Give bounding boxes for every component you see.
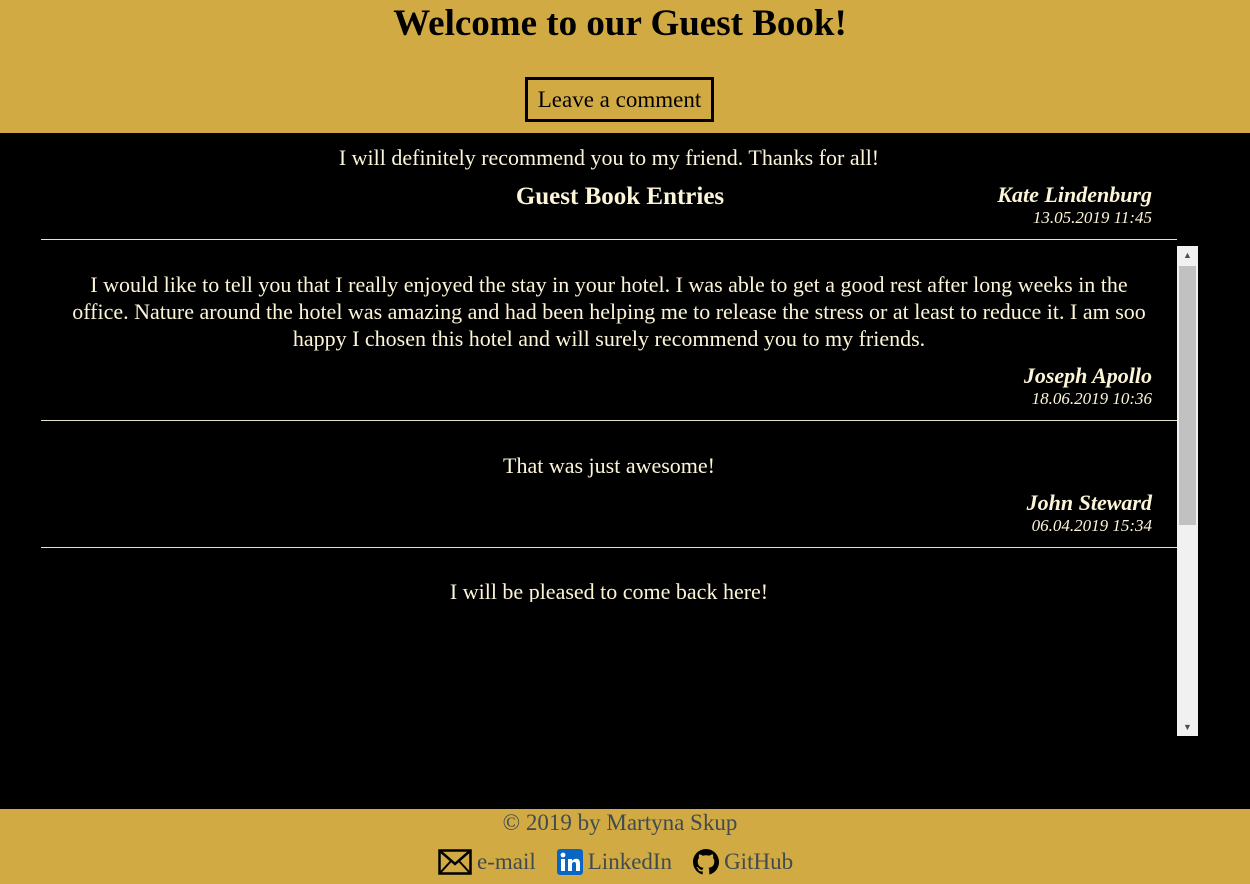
scroll-up-arrow-icon[interactable]: ▲ <box>1177 246 1198 264</box>
linkedin-link-label: LinkedIn <box>587 849 673 874</box>
entry-message: I will definitely recommend you to my fr… <box>338 145 880 170</box>
github-link[interactable]: GitHub <box>693 849 793 875</box>
entry-message: I will be pleased to come back here! <box>449 579 769 602</box>
entries-scrollbar[interactable]: ▲ ▼ <box>1177 246 1198 736</box>
list-item: I would like to tell you that I really e… <box>41 240 1177 421</box>
copyright-text: © 2019 by Martyna Skup <box>502 810 738 835</box>
email-link-label: e-mail <box>477 849 536 874</box>
entries-list[interactable]: I will definitely recommend you to my fr… <box>41 113 1198 602</box>
entry-date: 18.06.2019 10:36 <box>1031 389 1152 408</box>
envelope-icon <box>438 849 472 875</box>
scrollbar-thumb[interactable] <box>1179 266 1196 525</box>
list-item: I will definitely recommend you to my fr… <box>41 113 1177 240</box>
email-link[interactable]: e-mail <box>438 849 536 875</box>
entry-message: I would like to tell you that I really e… <box>72 272 1146 351</box>
footer-links: e-mail LinkedIn GitHub <box>438 849 814 875</box>
entry-date: 13.05.2019 11:45 <box>1032 208 1152 227</box>
entry-message: That was just awesome! <box>503 453 715 478</box>
scroll-down-arrow-icon[interactable]: ▼ <box>1177 718 1198 736</box>
linkedin-link[interactable]: LinkedIn <box>556 849 673 875</box>
list-item: I will be pleased to come back here! <box>41 548 1177 602</box>
page-title: Welcome to our Guest Book! <box>393 3 847 44</box>
entry-author: John Steward <box>1026 490 1152 515</box>
github-link-label: GitHub <box>724 849 794 874</box>
entry-author: Kate Lindenburg <box>997 182 1152 207</box>
list-item: That was just awesome! John Steward 06.0… <box>41 421 1177 548</box>
github-icon <box>693 849 720 875</box>
entry-author: Joseph Apollo <box>1023 363 1152 388</box>
page-footer: © 2019 by Martyna Skup e-mail LinkedIn G… <box>0 809 1250 884</box>
entry-date: 06.04.2019 15:34 <box>1031 516 1152 535</box>
linkedin-icon <box>556 849 583 875</box>
